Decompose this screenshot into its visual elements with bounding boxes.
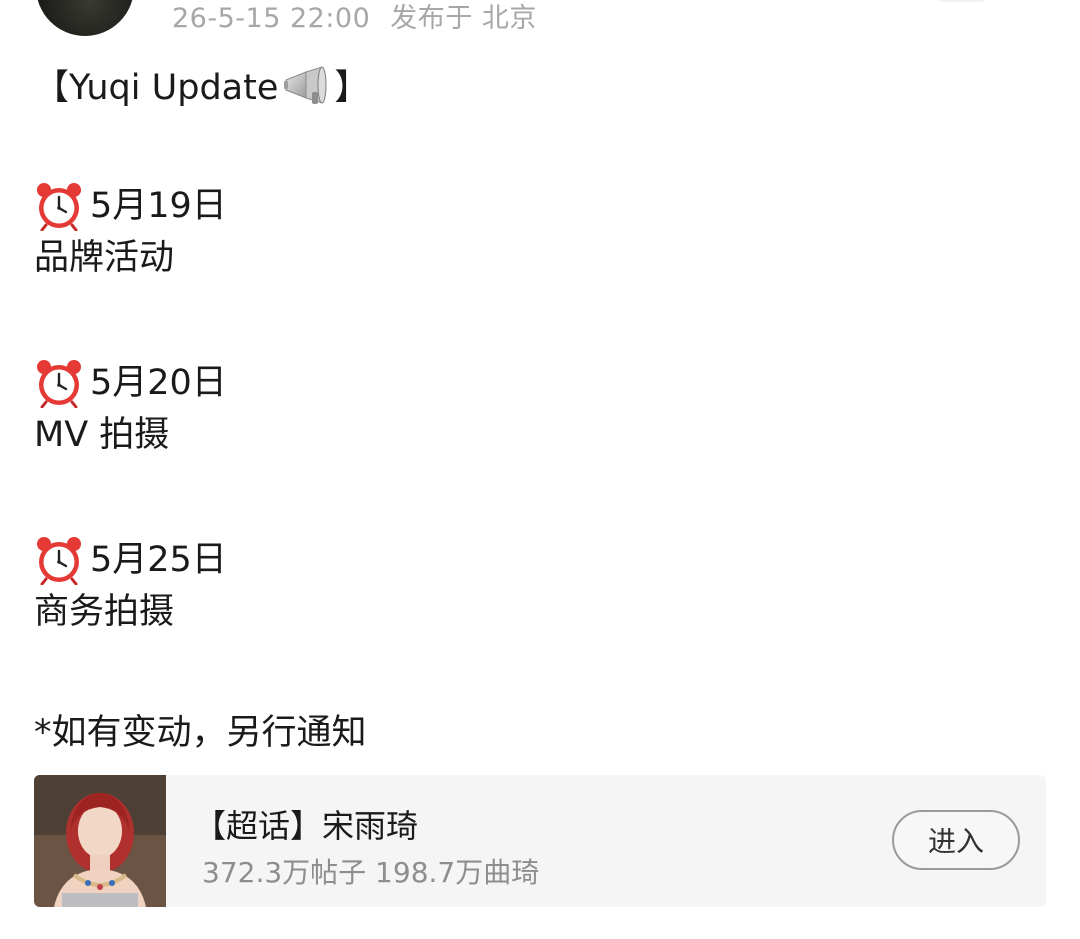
topic-card[interactable]: 【超话】宋雨琦 372.3万帖子 198.7万曲琦 进入	[34, 775, 1046, 907]
topic-title[interactable]: 【超话】宋雨琦	[194, 801, 418, 847]
schedule-date-3: 5月25日	[34, 532, 1034, 588]
schedule-date-text: 5月25日	[90, 540, 227, 580]
topic-thumbnail-portrait	[34, 775, 166, 907]
schedule-date-text: 5月20日	[90, 363, 227, 403]
megaphone-icon	[284, 66, 327, 104]
schedule-date-1: 5月19日	[34, 178, 1034, 234]
post-timestamp: 26-5-15 22:00	[172, 3, 371, 34]
topic-thumbnail[interactable]	[34, 775, 166, 907]
post-title: 【Yuqi Update 】	[34, 64, 1034, 112]
alarm-clock-icon	[37, 183, 81, 231]
alarm-clock-icon	[37, 537, 81, 585]
topic-stats: 372.3万帖子 198.7万曲琦	[202, 856, 540, 889]
post-title-prefix: 【Yuqi Update	[34, 68, 279, 108]
post-meta: 26-5-15 22:00 发布于 北京	[172, 0, 537, 35]
post-body: 【Yuqi Update 】 5月19日 品牌活动 5月20日 MV 拍摄 5月…	[34, 64, 1034, 757]
schedule-date-2: 5月20日	[34, 355, 1034, 411]
change-notice: *如有变动，另行通知	[34, 713, 367, 753]
more-options-icon[interactable]	[936, 0, 988, 2]
alarm-clock-icon	[37, 360, 81, 408]
enter-button[interactable]: 进入	[892, 810, 1020, 870]
post-title-suffix: 】	[334, 68, 370, 108]
schedule-event-3: 商务拍摄	[34, 592, 175, 632]
schedule-event-2: MV 拍摄	[34, 415, 170, 455]
schedule-date-text: 5月19日	[90, 186, 227, 226]
schedule-event-1: 品牌活动	[34, 238, 175, 278]
avatar[interactable]	[36, 0, 134, 36]
post-location: 发布于 北京	[390, 3, 537, 34]
